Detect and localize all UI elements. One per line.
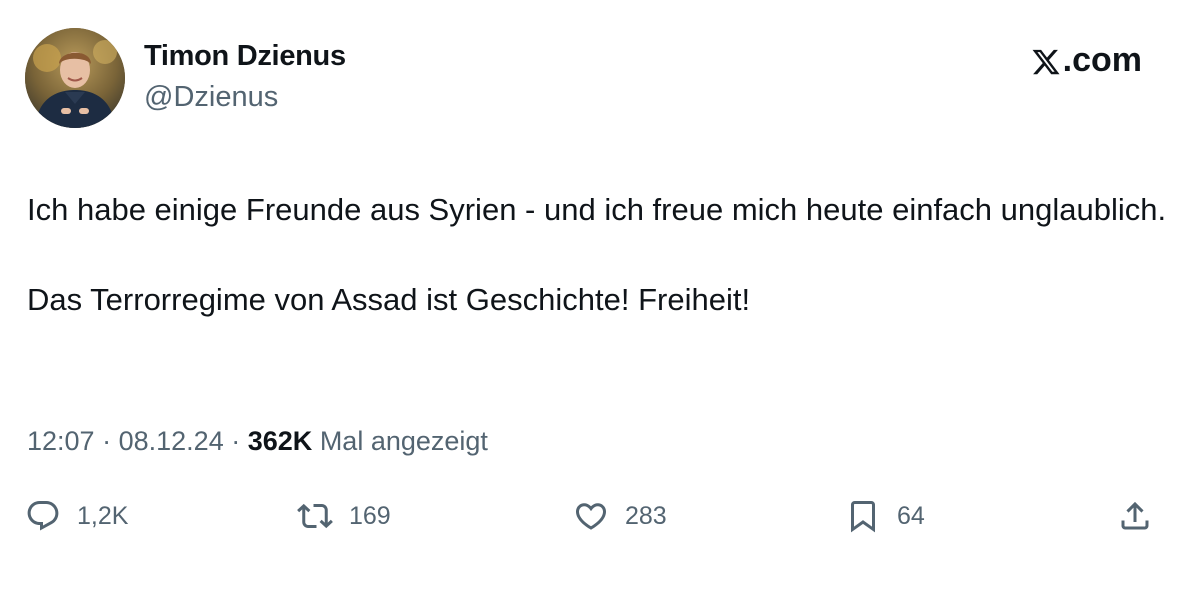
x-logo-icon bbox=[1032, 49, 1060, 74]
tweet-paragraph: Ich habe einige Freunde aus Syrien - und… bbox=[27, 192, 1167, 227]
heart-icon bbox=[575, 503, 607, 530]
like-count: 283 bbox=[625, 501, 667, 530]
brand-domain: .com bbox=[1062, 41, 1142, 79]
author-display-name[interactable]: Timon Dzienus bbox=[144, 40, 346, 73]
tweet-card: Timon Dzienus @Dzienus .com Ich habe ein… bbox=[0, 0, 1200, 589]
reply-button[interactable]: 1,2K bbox=[25, 494, 128, 538]
author-handle[interactable]: @Dzienus bbox=[144, 81, 278, 114]
retweet-button[interactable]: 169 bbox=[297, 494, 391, 538]
views-count: 362K bbox=[247, 426, 313, 456]
like-button[interactable]: 283 bbox=[573, 494, 667, 538]
reply-count: 1,2K bbox=[77, 501, 129, 530]
reply-icon bbox=[27, 501, 59, 531]
tweet-paragraph: Das Terrorregime von Assad ist Geschicht… bbox=[27, 282, 751, 317]
action-bar: 1,2K 169 283 64 bbox=[0, 494, 1200, 538]
avatar-image bbox=[25, 28, 125, 128]
share-icon bbox=[1121, 501, 1149, 530]
retweet-count: 169 bbox=[349, 501, 391, 530]
avatar[interactable] bbox=[25, 28, 125, 128]
meta-separator: · bbox=[231, 426, 241, 456]
meta-separator: · bbox=[102, 426, 112, 456]
x-brand: .com bbox=[1031, 41, 1142, 80]
tweet-time[interactable]: 12:07 bbox=[27, 426, 95, 456]
bookmark-button[interactable]: 64 bbox=[845, 494, 925, 538]
tweet-date[interactable]: 08.12.24 bbox=[119, 426, 224, 456]
tweet-meta: 12:07 · 08.12.24 · 362K Mal angezeigt bbox=[27, 426, 488, 457]
bookmark-count: 64 bbox=[897, 501, 925, 530]
share-button[interactable] bbox=[1117, 494, 1153, 538]
views-label: Mal angezeigt bbox=[319, 426, 488, 456]
tweet-text: Ich habe einige Freunde aus Syrien - und… bbox=[27, 187, 1167, 322]
bookmark-icon bbox=[851, 501, 875, 533]
retweet-icon bbox=[297, 503, 333, 529]
